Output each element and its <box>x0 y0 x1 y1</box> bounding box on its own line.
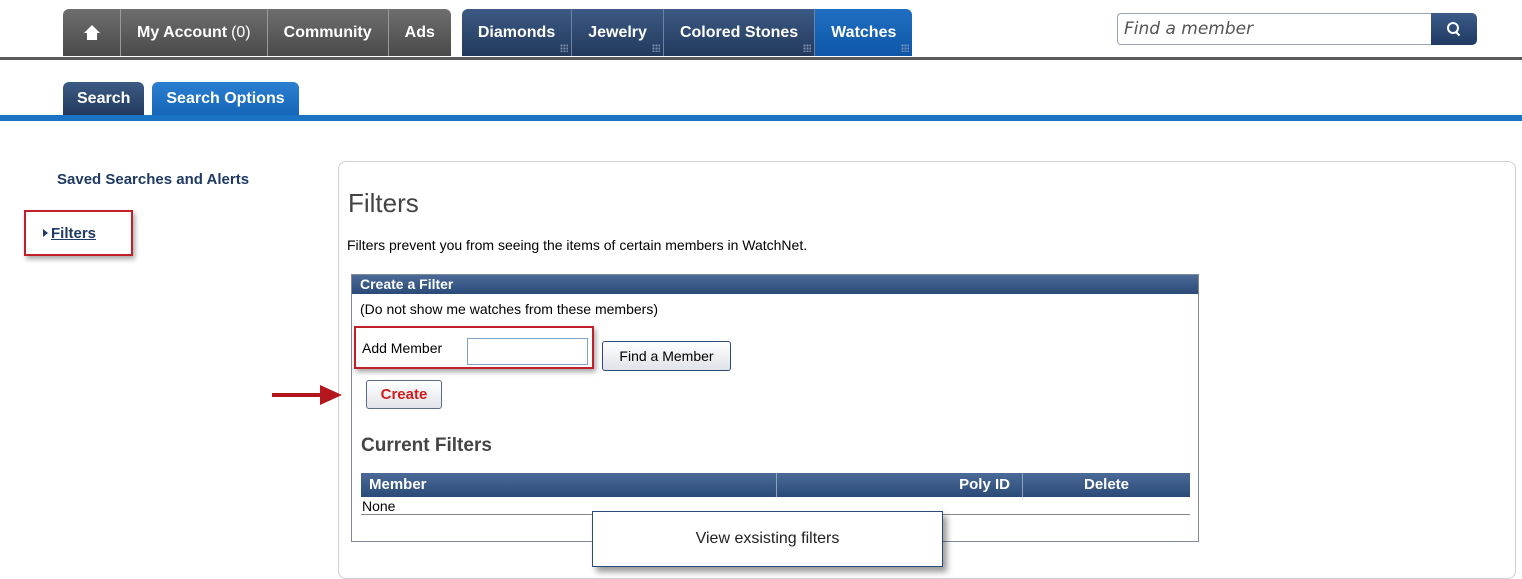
resize-grip-icon <box>901 44 910 52</box>
tab-search[interactable]: Search <box>63 82 145 116</box>
arrow-shaft <box>272 393 322 397</box>
subtab-divider <box>0 115 1522 121</box>
home-tab[interactable] <box>63 9 121 56</box>
page-description: Filters prevent you from seeing the item… <box>347 237 808 253</box>
current-filters-table: Member Poly ID Delete None <box>361 473 1190 515</box>
column-delete: Delete <box>1083 476 1130 493</box>
annotation-arrow-icon <box>272 381 342 409</box>
page-title: Filters <box>348 188 419 218</box>
triangle-right-icon <box>43 229 48 237</box>
resize-grip-icon <box>651 44 660 52</box>
create-filter-header: Create a Filter <box>352 275 1198 294</box>
tab-community[interactable]: Community <box>267 9 389 56</box>
tab-label: Colored Stones <box>679 23 799 41</box>
tab-colored-stones[interactable]: Colored Stones <box>663 9 816 56</box>
sidebar-item-saved-searches[interactable]: Saved Searches and Alerts <box>57 171 249 188</box>
tab-ads[interactable]: Ads <box>388 9 451 56</box>
arrow-head <box>320 385 342 405</box>
add-member-label: Add Member <box>362 340 443 356</box>
tab-label: Ads <box>404 23 435 41</box>
filters-highlight-box: Filters <box>24 210 133 256</box>
create-filter-subtitle: (Do not show me watches from these membe… <box>360 301 658 317</box>
tab-watches[interactable]: Watches <box>815 9 913 56</box>
top-navigation: My Account (0) Community Ads Diamonds Jew… <box>63 9 913 56</box>
add-member-input[interactable] <box>467 338 588 365</box>
find-member-input[interactable] <box>1117 13 1431 45</box>
resize-grip-icon <box>803 44 812 52</box>
tab-diamonds[interactable]: Diamonds <box>461 9 573 56</box>
table-header: Member Poly ID Delete <box>361 473 1190 497</box>
column-member: Member <box>361 473 777 497</box>
resize-grip-icon <box>560 44 569 52</box>
home-icon <box>83 24 101 41</box>
tab-jewelry[interactable]: Jewelry <box>572 9 664 56</box>
create-button[interactable]: Create <box>366 380 442 409</box>
sub-tabs: Search Search Options <box>63 82 299 116</box>
create-filter-box: Create a Filter (Do not show me watches … <box>351 274 1199 542</box>
sidebar-item-filters[interactable]: Filters <box>51 225 96 242</box>
search-button[interactable] <box>1431 13 1477 45</box>
tab-label: Community <box>283 23 372 41</box>
tab-label: Diamonds <box>477 23 556 41</box>
nav-divider <box>0 57 1522 60</box>
member-search <box>1117 13 1477 45</box>
find-member-button[interactable]: Find a Member <box>602 341 731 371</box>
tab-label: Jewelry <box>588 23 647 41</box>
search-icon <box>1447 22 1461 36</box>
tab-my-account[interactable]: My Account (0) <box>121 9 268 56</box>
tab-label: Watches <box>831 23 897 41</box>
tab-label: My Account <box>137 23 228 41</box>
current-filters-title: Current Filters <box>361 435 492 456</box>
column-poly-id: Poly ID <box>777 473 1023 497</box>
account-count: (0) <box>231 23 251 41</box>
annotation-callout: View exsisting filters <box>592 511 943 567</box>
tab-search-options[interactable]: Search Options <box>152 82 299 116</box>
tab-gap <box>451 9 462 56</box>
